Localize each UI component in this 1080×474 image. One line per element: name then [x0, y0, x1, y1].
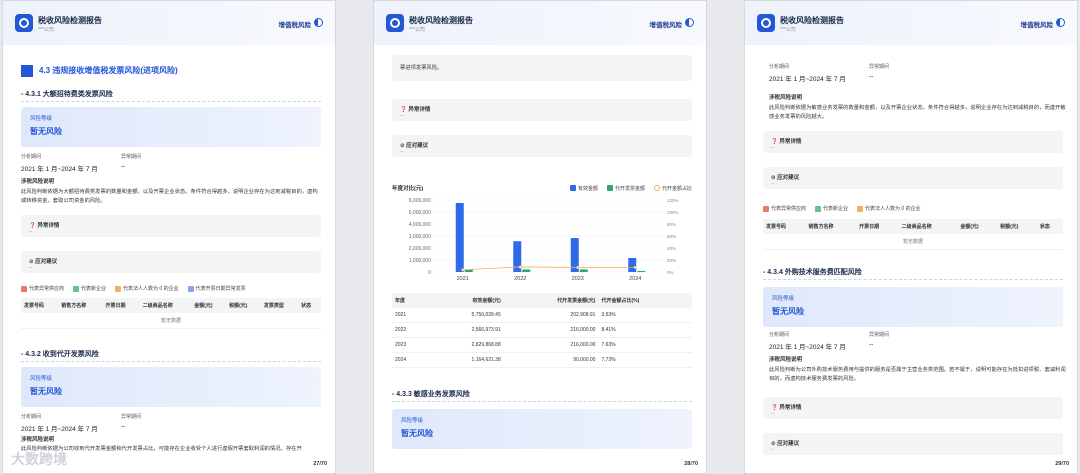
- table-row: 2023 2,829,868.88 216,000.00 7.63%: [392, 337, 692, 353]
- y-tick-label: 1,000,000: [409, 258, 431, 264]
- risk-description: 此风险判断依据为大额招待费类发票的数量和金额，以及开票企业状态。条件符合得越多，…: [21, 189, 318, 204]
- y2-tick-label: 0%: [667, 270, 674, 275]
- report-logo-icon: [15, 14, 33, 32]
- page-header: 税收风险检测报告 ***公司 增值税风险: [745, 1, 1077, 45]
- report-page-27: 税收风险检测报告 ***公司 增值税风险 4.3 违规接收增值税发票风险(进项风…: [2, 0, 336, 474]
- report-logo-icon: [386, 14, 404, 32]
- y2-tick-label: 80%: [667, 222, 676, 227]
- y-tick-label: 3,000,000: [409, 234, 431, 240]
- watermark: 大数跨境: [11, 451, 67, 467]
- x-tick-label: 2023: [572, 276, 584, 282]
- chart-legend: 有效金额 代开发票金额 代开金额占比: [569, 184, 692, 192]
- page-header: 税收风险检测报告 ***公司 增值税风险: [3, 1, 335, 45]
- report-logo-icon: [757, 14, 775, 32]
- advice-box: ⊘ 应对建议 --: [392, 135, 692, 157]
- toggle-icon[interactable]: [685, 18, 694, 27]
- toggle-icon[interactable]: [1056, 18, 1065, 27]
- line-proxy-ratio: [462, 266, 636, 271]
- y-tick-label: 5,000,000: [409, 210, 431, 216]
- chart-title: 年度对比(元): [392, 186, 424, 192]
- advice-box: ⊘ 应对建议 --: [21, 251, 321, 273]
- report-page-28: 税收风险检测报告 ***公司 增值税风险 票进项发票风险。 ❓ 异常详情 -- ⊘…: [373, 0, 707, 474]
- invoice-table: 发票号码 销售方名称 开票日期 二级商品名称 金额(元) 税额(元) 发票类型 状态 暂无数据: [21, 298, 321, 329]
- bar-proxy-amount: [522, 269, 531, 272]
- analysis-period: 2021 年 1 月~2024 年 7 月: [21, 166, 98, 173]
- invoice-table: 发票号码 销售方名称 开票日期 二级商品名称 金额(元) 税额(元) 状态 暂无数据: [763, 219, 1063, 250]
- point-proxy-ratio: [576, 265, 580, 269]
- detail-box: ❓ 异常详情 --: [392, 99, 692, 121]
- heading-marker-icon: [21, 65, 33, 77]
- detail-box: ❓ 异常详情 --: [21, 215, 321, 237]
- risk-value: 暂无风险: [30, 127, 62, 136]
- y2-tick-label: 100%: [667, 210, 679, 215]
- table-legend: 代表异常供应商 代表新企业 代表法人人数为 0 的企业: [763, 205, 1063, 212]
- y-tick-label: 4,000,000: [409, 222, 431, 228]
- annual-comparison-chart: 0 0% 1,000,000 20% 2,000,000 40% 3,000,000 60% 4…: [409, 198, 679, 282]
- y-tick-label: 6,000,000: [409, 198, 431, 204]
- table-row: 2022 2,566,973.91 216,000.00 8.41%: [392, 322, 692, 338]
- page-header: 税收风险检测报告 ***公司 增值税风险: [374, 1, 706, 45]
- y2-tick-label: 40%: [667, 246, 676, 251]
- company-name: ***公司: [38, 27, 54, 33]
- section-heading: 4.3 违规接收增值税发票风险(进项风险): [21, 65, 321, 79]
- y-tick-label: 2,000,000: [409, 246, 431, 252]
- risk-card: 风险等级 暂无风险: [21, 367, 321, 407]
- report-title: 税收风险检测报告: [38, 16, 102, 25]
- table-row: 2021 5,750,039.45 202,908.91 3.53%: [392, 308, 692, 323]
- y2-tick-label: 60%: [667, 234, 676, 239]
- risk-card: 风险等级 暂无风险: [763, 287, 1063, 327]
- point-proxy-ratio: [518, 265, 522, 269]
- report-page-29: 税收风险检测报告 ***公司 增值税风险 分析期间 异常期间 2021 年 1 月…: [744, 0, 1078, 474]
- page-number: 27/70: [313, 461, 327, 467]
- y2-tick-label: 120%: [667, 198, 679, 203]
- section-tag: 增值税风险: [278, 22, 312, 29]
- bar-valid-amount: [455, 202, 464, 272]
- bar-proxy-amount: [579, 269, 588, 272]
- subsection-heading: - 4.3.1 大额招待费类发票风险: [21, 89, 321, 102]
- table-row: 2024 1,164,621.38 90,000.00 7.73%: [392, 352, 692, 368]
- x-tick-label: 2024: [629, 276, 641, 282]
- risk-card: 风险等级 暂无风险: [392, 409, 692, 449]
- page-number: 28/70: [684, 461, 698, 467]
- risk-card: 风险等级 暂无风险: [21, 107, 321, 147]
- page-number: 29/70: [1055, 461, 1069, 467]
- point-proxy-ratio: [461, 268, 465, 272]
- toggle-icon[interactable]: [314, 18, 323, 27]
- table-legend: 代表异常供应商 代表新企业 代表法人人数为 0 的企业 代表开票日期异常发票: [21, 285, 321, 292]
- subsection-heading: - 4.3.3 敏感业务发票风险: [392, 389, 692, 402]
- y-tick-label: 0: [428, 270, 431, 276]
- bar-valid-amount: [628, 258, 637, 272]
- x-tick-label: 2021: [457, 276, 469, 282]
- y2-tick-label: 20%: [667, 258, 676, 263]
- subsection-heading: - 4.3.2 收到代开发票风险: [21, 349, 321, 362]
- annual-table: 年度 有效金额(元) 代开发票金额(元) 代开金额占比(%) 2021 5,750,03…: [392, 293, 692, 368]
- bar-proxy-amount: [637, 270, 646, 272]
- subsection-heading: - 4.3.4 外购技术服务费匹配风险: [763, 267, 1063, 280]
- point-proxy-ratio: [633, 265, 637, 269]
- x-tick-label: 2022: [514, 276, 526, 282]
